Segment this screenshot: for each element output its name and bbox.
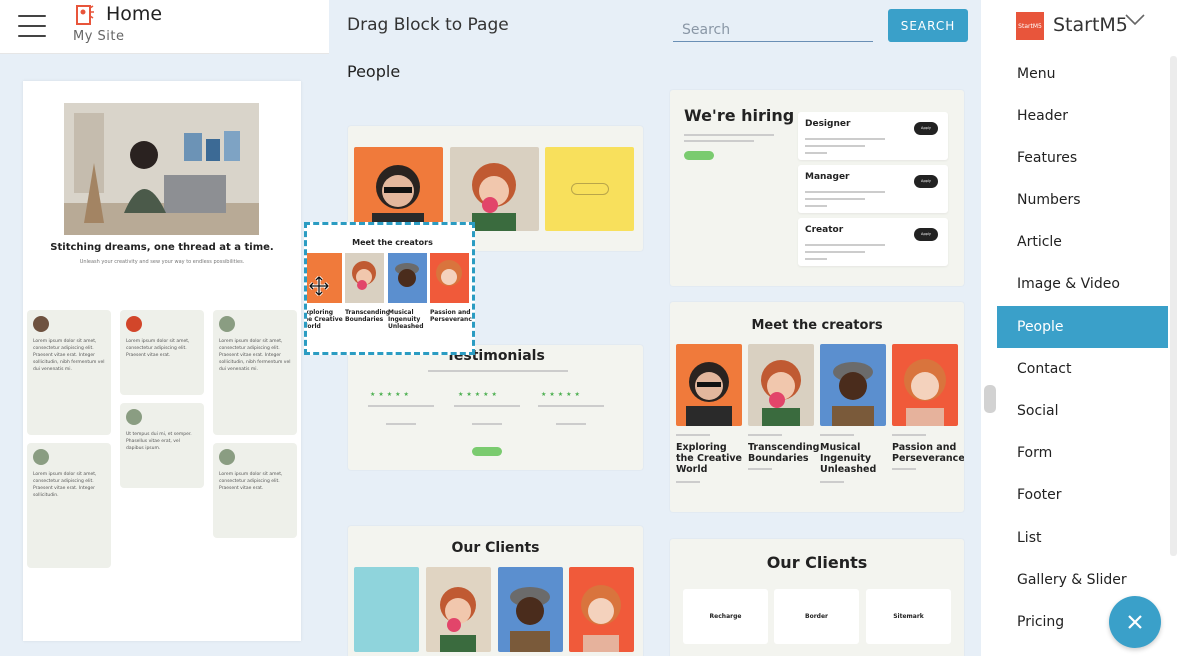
search-button[interactable]: SEARCH: [888, 9, 968, 42]
person-photo: [748, 344, 814, 426]
person-photo: [892, 344, 958, 426]
person-photo: [354, 147, 443, 231]
creator-name: Exploring the Creative World: [676, 442, 742, 475]
dragged-block[interactable]: Meet the creators Exploring the Creative…: [304, 222, 475, 355]
client-logo: Recharge: [683, 589, 768, 644]
gallery-scrollbar[interactable]: [984, 54, 996, 656]
testimonials-block[interactable]: Testimonials ★★★★★ ★★★★★ ★★★★★: [348, 345, 643, 470]
creator-name: Transcending Boundaries: [748, 442, 820, 464]
menu-scrollbar-thumb[interactable]: [1170, 56, 1177, 556]
brand-name[interactable]: StartM5: [1053, 14, 1128, 36]
menu-item-social[interactable]: Social: [997, 390, 1168, 432]
menu-item-contact[interactable]: Contact: [997, 348, 1168, 390]
apply-button: Apply: [914, 228, 938, 241]
person-photo: [820, 344, 886, 426]
clients-title: Our Clients: [451, 540, 540, 556]
brand-logo: StartM5: [1016, 12, 1044, 40]
drag-block-title: Drag Block to Page: [347, 15, 509, 35]
person-photo: [388, 253, 427, 303]
job-card: Manager Apply: [798, 165, 948, 213]
creator-name: Transcending Boundaries: [345, 309, 391, 323]
move-cursor-icon: [309, 276, 329, 296]
section-label: People: [347, 62, 401, 81]
hiring-block[interactable]: We're hiring Designer Apply Manager Appl…: [670, 90, 964, 286]
menu-item-form[interactable]: Form: [997, 432, 1168, 474]
creator-name: Passion and Perseverance: [892, 442, 964, 464]
person-photo: [345, 253, 384, 303]
testimonial-card: Lorem ipsum dolor sit amet, consectetur …: [27, 443, 111, 568]
apply-button: Apply: [914, 122, 938, 135]
apply-button: Apply: [914, 175, 938, 188]
job-title: Creator: [805, 225, 844, 235]
job-title: Manager: [805, 172, 850, 182]
job-card: Creator Apply: [798, 218, 948, 266]
menu-item-footer[interactable]: Footer: [997, 474, 1168, 516]
creators-title: Meet the creators: [751, 318, 883, 333]
hero-subtitle: Unleash your creativity and sew your way…: [79, 259, 245, 265]
placeholder-photo: [545, 147, 634, 231]
menu-item-menu[interactable]: Menu: [997, 53, 1168, 95]
menu-item-features[interactable]: Features: [997, 137, 1168, 179]
hamburger-menu-icon[interactable]: [18, 15, 46, 37]
creator-name: Musical Ingenuity Unleashed: [388, 309, 424, 330]
gallery-scrollbar-thumb[interactable]: [984, 385, 996, 413]
person-photo: [430, 253, 469, 303]
person-photo: [569, 567, 634, 652]
job-title: Designer: [805, 119, 851, 129]
creator-name: Musical Ingenuity Unleashed: [820, 442, 877, 475]
site-header: Home My Site: [0, 0, 329, 54]
menu-item-numbers[interactable]: Numbers: [997, 179, 1168, 221]
testimonial-card: Lorem ipsum dolor sit amet, consectetur …: [213, 443, 297, 538]
page-preview: Stitching dreams, one thread at a time. …: [23, 81, 301, 641]
page-title: Home: [106, 3, 163, 25]
chevron-down-icon[interactable]: [1124, 12, 1146, 28]
creator-name: Exploring the Creative World: [304, 309, 343, 330]
client-logo: Border: [774, 589, 859, 644]
site-name: My Site: [73, 29, 125, 44]
block-gallery: People Testimonials ★★★★★ ★★★★★ ★★★★★ Ou…: [329, 54, 981, 656]
hero-image: [64, 103, 259, 235]
menu-item-article[interactable]: Article: [997, 221, 1168, 263]
person-photo: [676, 344, 742, 426]
testimonial-card: Lorem ipsum dolor sit amet, consectetur …: [27, 310, 111, 435]
hiring-title: We're hiring: [684, 106, 795, 125]
creators-block[interactable]: Meet the creators Exploring the Creative…: [670, 302, 964, 512]
client-logo: Sitemark: [866, 589, 951, 644]
close-icon: [1128, 615, 1142, 629]
menu-item-header[interactable]: Header: [997, 95, 1168, 137]
testimonial-card: Lorem ipsum dolor sit amet, consectetur …: [120, 310, 204, 395]
testimonial-card: Ut tempus dui mi, et semper. Phasellus v…: [120, 403, 204, 488]
person-photo: [450, 147, 539, 231]
person-photo: [426, 567, 491, 652]
creator-name: Passion and Perseverance: [430, 309, 475, 323]
menu-item-gallery-slider[interactable]: Gallery & Slider: [997, 559, 1168, 601]
clients-block-logos[interactable]: Our Clients Recharge Border Sitemark: [670, 539, 964, 656]
clients-block-photos[interactable]: Our Clients: [348, 526, 643, 656]
testimonial-card: Lorem ipsum dolor sit amet, consectetur …: [213, 310, 297, 435]
menu-item-people[interactable]: People: [997, 306, 1168, 348]
close-panel-button[interactable]: [1109, 596, 1161, 648]
search-input[interactable]: [673, 14, 873, 42]
dragged-block-title: Meet the creators: [352, 238, 433, 247]
brand-header: StartM5 StartM5: [981, 0, 1178, 54]
person-photo: [498, 567, 563, 652]
placeholder-photo: [354, 567, 419, 652]
app-root: Home My Site Drag Block to Page SEARCH S…: [0, 0, 1178, 656]
job-card: Designer Apply: [798, 112, 948, 160]
home-page-icon: [76, 5, 94, 25]
menu-item-image-video[interactable]: Image & Video: [997, 263, 1168, 305]
hero-title: Stitching dreams, one thread at a time.: [50, 242, 274, 253]
page-preview-panel: Stitching dreams, one thread at a time. …: [0, 54, 329, 656]
clients-title: Our Clients: [766, 553, 868, 572]
blocks-toolbar: Drag Block to Page SEARCH: [329, 0, 981, 54]
menu-item-list[interactable]: List: [997, 517, 1168, 559]
